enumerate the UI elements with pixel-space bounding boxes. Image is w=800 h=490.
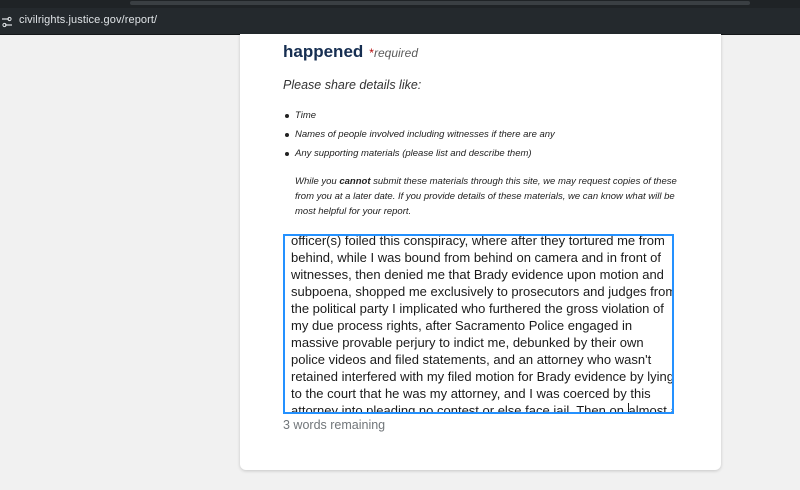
textarea-line: officer(s) foiled this conspiracy, where… (291, 234, 665, 248)
heading-text: happened (283, 42, 364, 61)
bullet-icon (285, 133, 289, 137)
details-list: Time Names of people involved including … (283, 110, 555, 167)
list-item: Names of people involved including witne… (283, 129, 555, 148)
text-before-caret: attorney into pleading no contest or els… (291, 403, 628, 414)
note-emphasis: cannot (339, 176, 371, 187)
report-form-card: happened *required Please share details l… (240, 34, 721, 470)
word-counter: 3 words remaining (283, 418, 386, 432)
textarea-line: subpoena, shopped me exclusively to pros… (291, 284, 674, 299)
list-item: Time (283, 110, 555, 129)
bullet-icon (285, 152, 289, 156)
materials-note: While you cannot submit these materials … (295, 174, 685, 219)
textarea-line: witnesses, then denied me that Brady evi… (291, 267, 664, 282)
textarea-line: retained interfered with my filed motion… (291, 369, 674, 384)
textarea-line: my due process rights, after Sacramento … (291, 318, 633, 333)
textarea-content[interactable]: officer(s) foiled this conspiracy, where… (291, 234, 674, 414)
list-item-text: Names of people involved including witne… (295, 129, 555, 140)
section-heading: happened *required (283, 42, 418, 62)
site-settings-icon[interactable] (2, 15, 12, 28)
textarea-line-last: attorney into pleading no contest or els… (291, 402, 674, 414)
text-after-caret: almost a (628, 403, 674, 414)
browser-tab-strip (0, 0, 800, 8)
list-item: Any supporting materials (please list an… (283, 148, 555, 167)
details-textarea[interactable]: officer(s) foiled this conspiracy, where… (283, 234, 674, 414)
tab-strip-edge (130, 1, 750, 5)
required-label: required (373, 46, 418, 60)
textarea-line: massive provable perjury to indict me, d… (291, 335, 644, 350)
list-item-text: Time (295, 110, 317, 121)
note-text-start: While you (295, 176, 340, 187)
textarea-line: behind, while I was bound from behind on… (291, 250, 662, 265)
details-prompt: Please share details like: (283, 78, 422, 92)
url-text[interactable]: civilrights.justice.gov/report/ (19, 14, 157, 26)
textarea-line: to the court that he was my attorney, an… (291, 386, 651, 401)
address-bar[interactable]: civilrights.justice.gov/report/ (0, 8, 800, 35)
list-item-text: Any supporting materials (please list an… (295, 148, 532, 159)
textarea-line: the political party I implicated who fur… (291, 301, 664, 316)
textarea-line: police videos and filed statements, and … (291, 352, 652, 367)
bullet-icon (285, 114, 289, 118)
